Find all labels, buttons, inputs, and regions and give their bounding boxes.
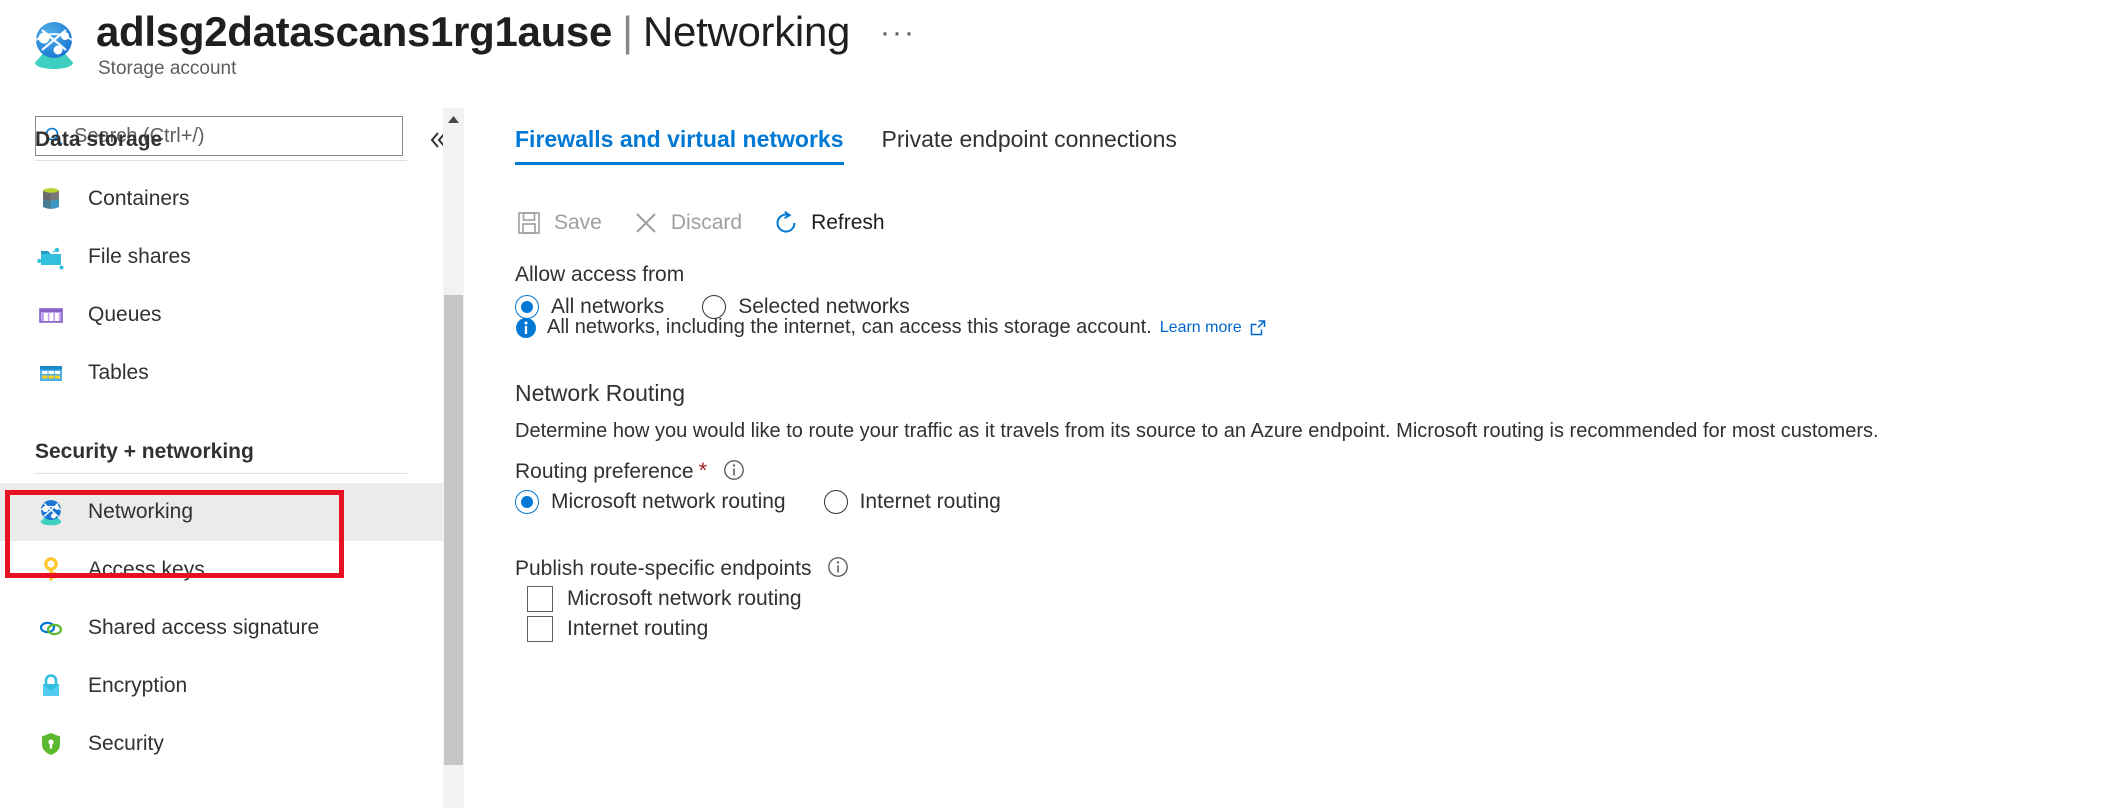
sidebar-item-encryption[interactable]: Encryption bbox=[0, 657, 443, 715]
sidebar-item-label: Containers bbox=[88, 187, 190, 211]
refresh-label: Refresh bbox=[811, 211, 885, 235]
sas-rings-icon bbox=[36, 613, 66, 643]
required-marker: * bbox=[699, 458, 708, 483]
radio-indicator bbox=[515, 490, 539, 514]
sidebar-item-label: Networking bbox=[88, 500, 193, 524]
allow-access-from-label: Allow access from bbox=[515, 263, 684, 287]
shield-icon bbox=[36, 729, 66, 759]
resource-type-subtitle: Storage account bbox=[98, 58, 236, 80]
save-icon bbox=[515, 209, 543, 237]
external-link-icon bbox=[1249, 319, 1267, 337]
tab-bar: Firewalls and virtual networks Private e… bbox=[515, 126, 1215, 174]
title-separator: | bbox=[612, 8, 643, 55]
sidebar-item-containers[interactable]: Containers bbox=[0, 170, 443, 228]
radio-label: Internet routing bbox=[860, 490, 1001, 514]
resource-name: adlsg2datascans1rg1ause bbox=[96, 8, 612, 55]
info-outline-icon[interactable] bbox=[827, 556, 849, 578]
sidebar-item-label: Security bbox=[88, 732, 164, 756]
tab-private-endpoint-connections[interactable]: Private endpoint connections bbox=[882, 126, 1177, 165]
sidebar-item-shared-access-signature[interactable]: Shared access signature bbox=[0, 599, 443, 657]
checkbox-indicator bbox=[527, 616, 553, 642]
refresh-button[interactable]: Refresh bbox=[772, 209, 885, 237]
radio-microsoft-network-routing[interactable]: Microsoft network routing bbox=[515, 490, 786, 514]
file-shares-icon bbox=[36, 242, 66, 272]
sidebar-item-tables[interactable]: Tables bbox=[0, 344, 443, 402]
sidebar-item-label: Encryption bbox=[88, 674, 187, 698]
sidebar-item-file-shares[interactable]: File shares bbox=[0, 228, 443, 286]
containers-icon bbox=[36, 184, 66, 214]
info-banner-text: All networks, including the internet, ca… bbox=[547, 316, 1152, 339]
lock-icon bbox=[36, 671, 66, 701]
storage-account-icon bbox=[28, 18, 80, 70]
page-name: Networking bbox=[643, 8, 850, 55]
scrollbar-thumb[interactable] bbox=[444, 295, 463, 765]
publish-endpoints-label-wrap: Publish route-specific endpoints bbox=[515, 556, 849, 581]
discard-label: Discard bbox=[671, 211, 742, 235]
sidebar-item-label: Shared access signature bbox=[88, 616, 319, 640]
info-outline-icon[interactable] bbox=[723, 459, 745, 481]
queues-icon bbox=[36, 300, 66, 330]
network-routing-description: Determine how you would like to route yo… bbox=[515, 420, 1879, 443]
more-options-button[interactable]: ··· bbox=[880, 16, 916, 50]
learn-more-link[interactable]: Learn more bbox=[1160, 319, 1242, 337]
radio-indicator bbox=[824, 490, 848, 514]
publish-endpoints-label: Publish route-specific endpoints bbox=[515, 557, 812, 580]
save-label: Save bbox=[554, 211, 602, 235]
command-toolbar: Save Discard Refresh bbox=[515, 202, 915, 244]
checkbox-indicator bbox=[527, 586, 553, 612]
discard-button[interactable]: Discard bbox=[632, 209, 742, 237]
networking-icon bbox=[36, 497, 66, 527]
sidebar-item-label: Queues bbox=[88, 303, 162, 327]
info-filled-icon bbox=[515, 317, 537, 339]
sidebar-scrollbar[interactable] bbox=[443, 108, 464, 808]
sidebar-item-security[interactable]: Security bbox=[0, 715, 443, 773]
key-icon bbox=[36, 555, 66, 585]
radio-internet-routing[interactable]: Internet routing bbox=[824, 490, 1001, 514]
page-header: adlsg2datascans1rg1ause|Networking ··· S… bbox=[0, 0, 2120, 108]
checkbox-publish-microsoft-network-routing[interactable]: Microsoft network routing bbox=[527, 586, 802, 612]
radio-label: Microsoft network routing bbox=[551, 490, 786, 514]
info-banner: All networks, including the internet, ca… bbox=[515, 316, 1267, 339]
sidebar-item-queues[interactable]: Queues bbox=[0, 286, 443, 344]
routing-preference-label: Routing preference bbox=[515, 460, 694, 483]
sidebar-item-access-keys[interactable]: Access keys bbox=[0, 541, 443, 599]
routing-preference-radio-group: Microsoft network routing Internet routi… bbox=[515, 490, 1023, 514]
sidebar-item-label: Tables bbox=[88, 361, 149, 385]
main-content: Firewalls and virtual networks Private e… bbox=[500, 108, 2120, 808]
sidebar-item-label: Access keys bbox=[88, 558, 205, 582]
checkbox-label: Microsoft network routing bbox=[567, 587, 802, 611]
caret-up-icon[interactable] bbox=[443, 108, 464, 130]
refresh-icon bbox=[772, 209, 800, 237]
checkbox-label: Internet routing bbox=[567, 617, 708, 641]
sidebar-section-data-storage: Data storage bbox=[35, 128, 407, 152]
sidebar-section-security-networking: Security + networking bbox=[35, 440, 407, 464]
tab-firewalls-and-virtual-networks[interactable]: Firewalls and virtual networks bbox=[515, 126, 844, 165]
save-button[interactable]: Save bbox=[515, 209, 602, 237]
section-divider bbox=[35, 473, 407, 474]
checkbox-publish-internet-routing[interactable]: Internet routing bbox=[527, 616, 708, 642]
network-routing-title: Network Routing bbox=[515, 380, 685, 407]
page-title: adlsg2datascans1rg1ause|Networking bbox=[96, 6, 850, 58]
section-divider bbox=[35, 160, 407, 161]
tables-icon bbox=[36, 358, 66, 388]
routing-preference-label-wrap: Routing preference* bbox=[515, 458, 745, 484]
sidebar-item-label: File shares bbox=[88, 245, 191, 269]
discard-x-icon bbox=[632, 209, 660, 237]
sidebar-item-networking[interactable]: Networking bbox=[0, 483, 443, 541]
sidebar: Data storage Containers File shares bbox=[0, 108, 443, 808]
